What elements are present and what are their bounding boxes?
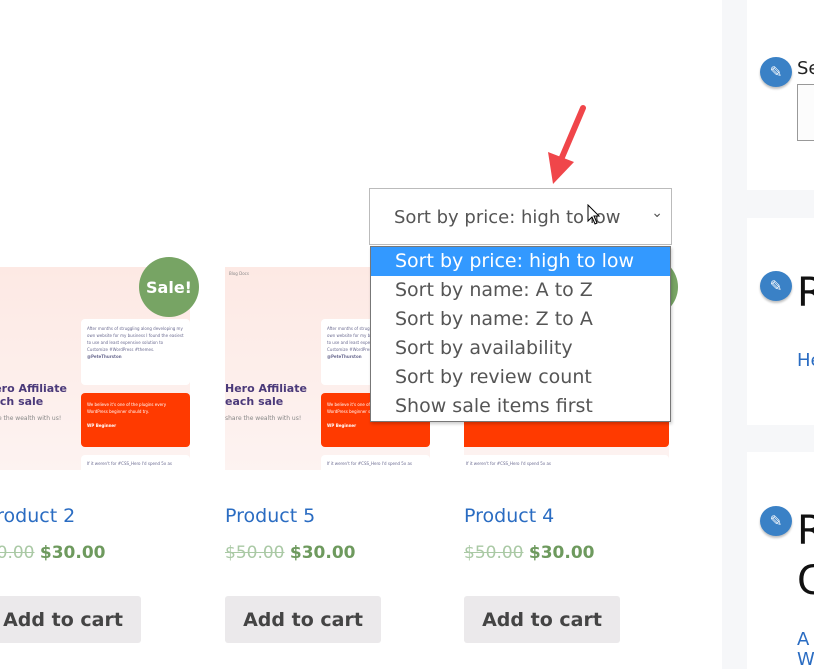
- edit-pencil-icon[interactable]: ✎: [760, 57, 792, 87]
- thumb-bottom: If it weren't for #CSS_Hero I'd spend 5x…: [81, 455, 190, 470]
- add-to-cart-button[interactable]: Add to cart: [0, 596, 141, 643]
- search-label: Se: [797, 58, 814, 79]
- product-price: $50.00 $30.00: [225, 543, 356, 563]
- sale-badge: Sale!: [139, 257, 199, 317]
- thumb-testimonial: After months of struggling along develop…: [81, 319, 190, 385]
- widget-link[interactable]: He: [797, 350, 814, 371]
- search-widget: ✎ Se: [747, 0, 814, 190]
- product-title[interactable]: Product 2: [0, 505, 75, 527]
- thumb-nav: Blog Docs: [229, 271, 249, 276]
- sort-option[interactable]: Sort by review count: [371, 363, 670, 392]
- widget-title: R: [797, 270, 814, 316]
- chevron-down-icon: ⌄: [651, 205, 663, 221]
- thumb-bottom: If it weren't for #CSS_Hero I'd spend 5x…: [321, 455, 430, 470]
- recent-posts-widget: ✎ R He: [747, 218, 814, 425]
- sort-dropdown-list: Sort by price: high to low Sort by name:…: [370, 246, 671, 422]
- widget-title: RC: [797, 508, 814, 604]
- sort-option[interactable]: Sort by name: Z to A: [371, 305, 670, 334]
- thumb-sub: share the wealth with us!: [225, 415, 302, 422]
- product-price: $50.00 $30.00: [464, 543, 595, 563]
- add-to-cart-button[interactable]: Add to cart: [464, 596, 620, 643]
- search-input[interactable]: [797, 84, 814, 141]
- mouse-cursor-icon: [587, 204, 601, 225]
- sort-option[interactable]: Sort by availability: [371, 334, 670, 363]
- product-title[interactable]: Product 4: [464, 505, 554, 527]
- sort-option[interactable]: Show sale items first: [371, 392, 670, 421]
- widget-link[interactable]: AW: [797, 630, 814, 669]
- edit-pencil-icon[interactable]: ✎: [760, 271, 792, 301]
- sort-option[interactable]: Sort by price: high to low: [371, 247, 670, 276]
- thumb-bottom: If it weren't for #CSS_Hero I'd spend 5x…: [464, 455, 669, 470]
- product-title[interactable]: Product 5: [225, 505, 315, 527]
- annotation-arrow-icon: [548, 105, 586, 184]
- thumb-headline: Hero Affiliateeach sale: [0, 382, 67, 408]
- thumb-headline: Hero Affiliateeach sale: [225, 382, 307, 408]
- sort-option[interactable]: Sort by name: A to Z: [371, 276, 670, 305]
- recent-comments-widget: ✎ RC AW: [747, 452, 814, 669]
- shop-main: Hero Affiliateeach sale share the wealth…: [0, 0, 722, 669]
- sort-select[interactable]: Sort by price: high to low ⌄: [369, 188, 672, 245]
- thumb-quote: We believe it's one of the plugins every…: [81, 393, 190, 447]
- edit-pencil-icon[interactable]: ✎: [760, 506, 792, 536]
- add-to-cart-button[interactable]: Add to cart: [225, 596, 381, 643]
- product-price: $50.00 $30.00: [0, 543, 106, 563]
- thumb-sub: share the wealth with us!: [0, 415, 62, 422]
